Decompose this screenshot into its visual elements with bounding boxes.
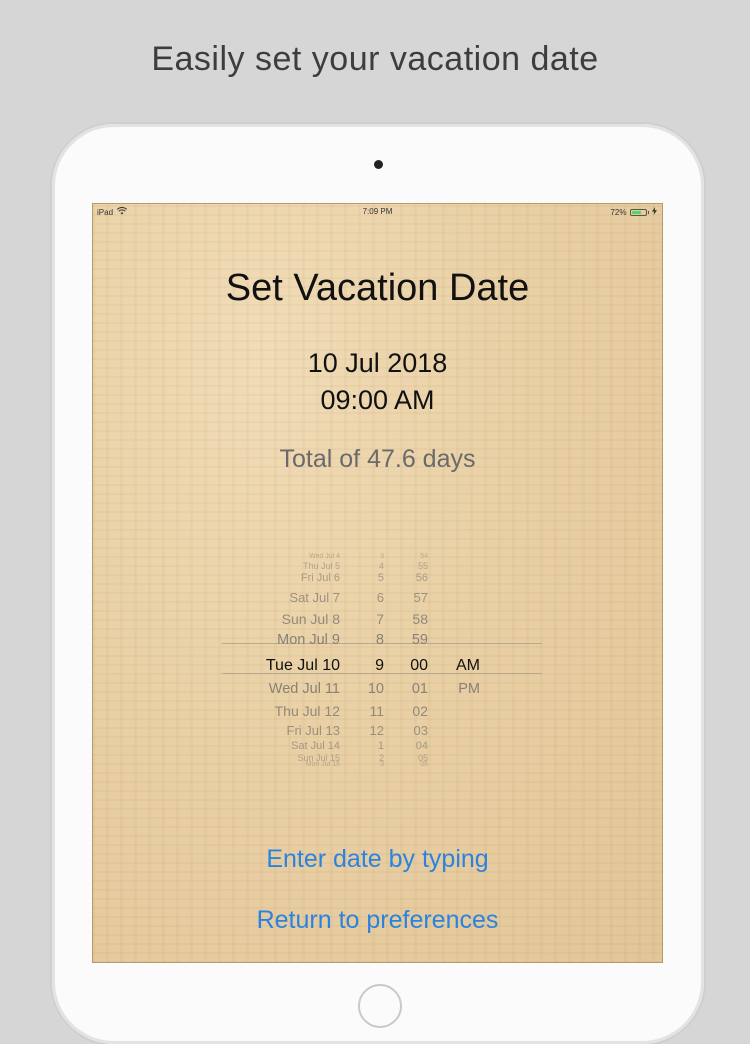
camera-icon [374,160,383,169]
home-button[interactable] [358,984,402,1028]
enter-date-by-typing-link[interactable]: Enter date by typing [92,845,663,874]
picker-row[interactable]: Thu Jul 5 4 55 [232,561,532,571]
picker-row[interactable]: Wed Jul 11 10 01 PM [232,681,532,697]
picker-cell-ampm [428,572,480,584]
picker-cell-ampm [428,561,480,571]
selected-date: 10 Jul 2018 [307,348,448,378]
picker-cell-date: Wed Jul 11 [268,681,340,697]
picker-cell-date: Sat Jul 14 [291,740,340,752]
picker-cell-date: Tue Jul 10 [265,657,340,674]
picker-row[interactable]: Fri Jul 13 12 03 [232,723,532,738]
battery-tip [647,210,649,214]
picker-cell-minute: 58 [412,611,428,627]
picker-cell-minute: 06 [420,761,428,768]
selected-time: 09:00 AM [320,385,435,415]
picker-cell-minute: 01 [411,681,428,697]
picker-cell-hour: 9 [375,657,384,674]
picker-cell-minute: 59 [411,632,428,648]
battery-fill [631,210,641,214]
picker-cell-hour: 3 [380,553,384,560]
picker-cell-ampm [428,553,480,560]
picker-cell-ampm [428,590,480,605]
picker-row-selected[interactable]: Tue Jul 10 9 00 AM [232,657,532,675]
picker-cell-hour: 7 [376,611,384,627]
picker-cell-ampm [428,632,480,648]
picker-cell-date: Mon Jul 16 [305,761,340,768]
picker-row[interactable]: Mon Jul 16 3 06 [232,761,532,768]
status-time: 7:09 PM [362,207,393,216]
picker-row[interactable]: Fri Jul 6 5 56 [232,572,532,584]
page-title: Set Vacation Date [225,267,530,309]
picker-cell-hour: 5 [377,572,384,584]
picker-cell-hour: 12 [369,723,384,738]
picker-row[interactable]: Thu Jul 12 11 02 [232,703,532,719]
picker-cell-date: Thu Jul 12 [274,703,340,719]
picker-cell-minute: 04 [415,740,428,752]
picker-cell-minute: 03 [413,723,428,738]
picker-row[interactable]: Sat Jul 7 6 57 [232,590,532,605]
picker-row[interactable]: Sun Jul 8 7 58 [232,611,532,627]
picker-cell-date: Fri Jul 13 [286,723,340,738]
picker-cell-hour: 3 [380,761,384,768]
picker-cell-date: Mon Jul 9 [277,632,340,648]
picker-cell-ampm: AM [456,657,480,674]
status-bar: iPad 7:09 PM 72% [92,203,663,221]
date-time-picker[interactable]: Wed Jul 4 3 54 Thu Jul 5 4 55 Fri Jul 6 5 56 Sat … [222,553,542,768]
picker-cell-minute: 54 [420,553,428,560]
picker-cell-hour: 6 [376,590,384,605]
picker-cell-ampm [428,703,480,719]
picker-cell-minute: 57 [413,590,428,605]
picker-cell-ampm [428,740,480,752]
picker-cell-date: Sun Jul 8 [281,611,340,627]
return-to-preferences-link[interactable]: Return to preferences [92,906,663,935]
picker-cell-hour: 8 [375,632,384,648]
picker-cell-date: Fri Jul 6 [300,572,340,584]
picker-row[interactable]: Wed Jul 4 3 54 [232,553,532,560]
picker-cell-hour: 4 [378,561,384,571]
app-screen: iPad 7:09 PM 72% Set Vacation Date 10 Ju… [92,203,663,963]
battery-percent: 72% [610,207,627,217]
picker-row[interactable]: Sat Jul 14 1 04 [232,740,532,752]
picker-cell-hour: 11 [369,703,384,719]
picker-cell-date: Sat Jul 7 [289,590,340,605]
picker-row[interactable]: Mon Jul 9 8 59 [232,632,532,648]
charging-icon [652,207,657,217]
picker-cell-hour: 10 [367,681,384,697]
picker-cell-minute: 55 [417,561,428,571]
picker-cell-hour: 1 [377,740,384,752]
picker-cell-ampm [428,723,480,738]
picker-cell-minute: 00 [410,657,428,674]
picker-cell-minute: 56 [415,572,428,584]
picker-cell-date: Thu Jul 5 [302,561,340,571]
picker-cell-minute: 02 [412,703,428,719]
battery-icon [629,208,647,216]
total-days: Total of 47.6 days [279,445,476,473]
picker-cell-ampm [428,611,480,627]
headline: Easily set your vacation date [151,40,599,78]
picker-cell-date: Wed Jul 4 [309,553,340,560]
picker-cell-ampm: PM [458,681,480,697]
picker-cell-ampm [428,761,480,768]
